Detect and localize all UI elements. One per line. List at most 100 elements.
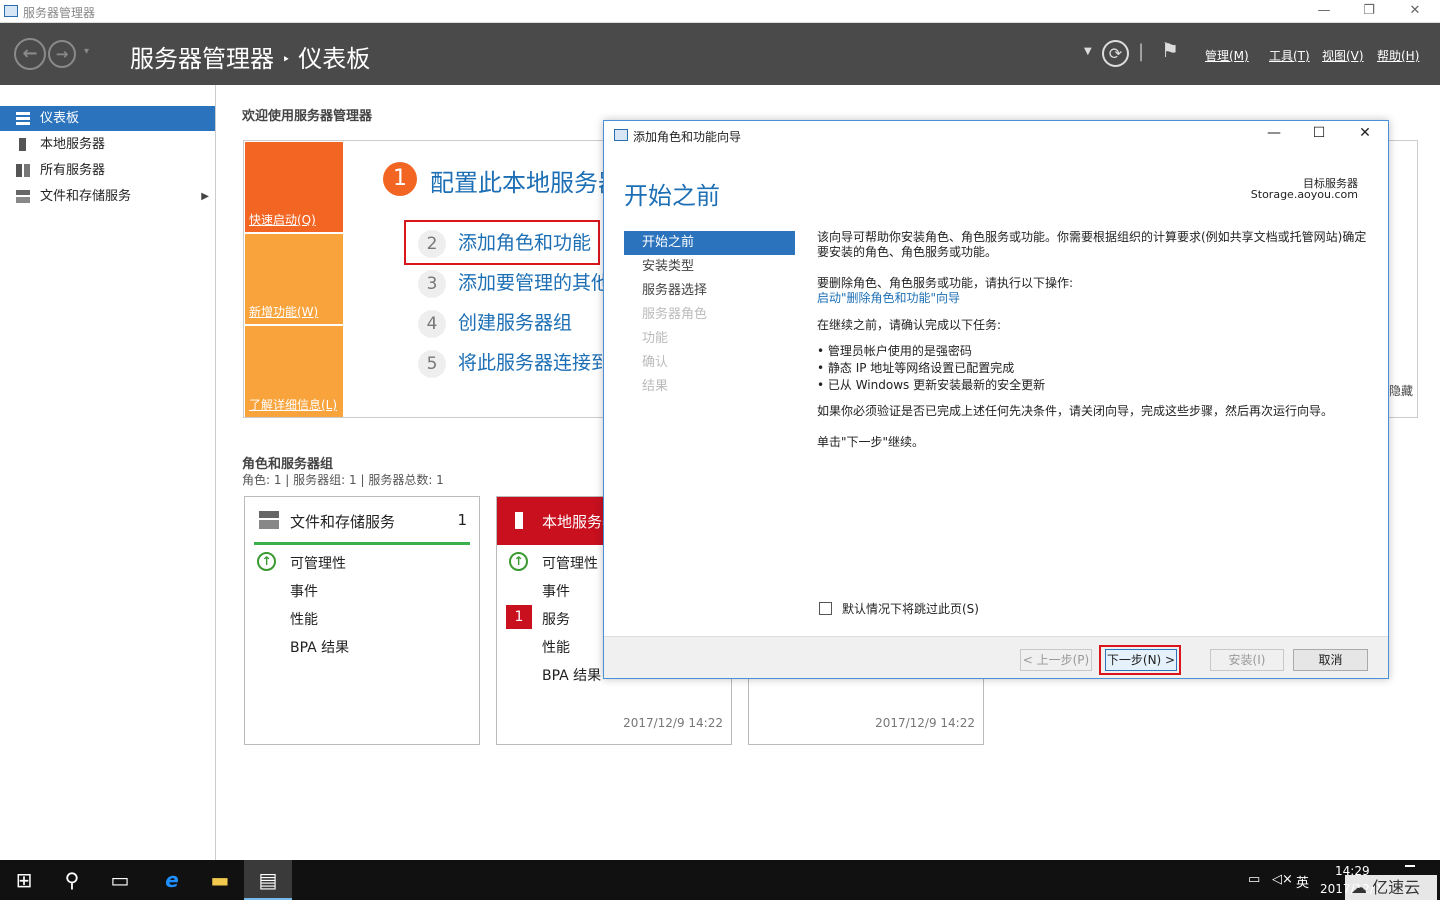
breadcrumb: 服务器管理器 ‣ 仪表板: [130, 39, 370, 74]
status-ok-icon: ↑: [509, 552, 528, 571]
notification-center-icon[interactable]: [1405, 865, 1415, 867]
internet-explorer-icon[interactable]: e: [148, 860, 196, 900]
hide-link[interactable]: 隐藏: [1389, 382, 1413, 399]
prereq-bullet: • 静态 IP 地址等网络设置已配置完成: [817, 361, 1015, 375]
wizard-title: 添加角色和功能向导: [633, 130, 742, 144]
wizard-minimize-button[interactable]: —: [1264, 125, 1284, 145]
tile-whats-new[interactable]: 新增功能(W): [245, 234, 343, 324]
window-titlebar: 服务器管理器 — ❐ ✕: [0, 0, 1440, 23]
sidebar-item-label: 仪表板: [40, 111, 80, 126]
card-row-services[interactable]: 服务: [542, 609, 570, 629]
search-icon[interactable]: ⚲: [48, 860, 96, 900]
previous-button[interactable]: < 上一步(P): [1020, 649, 1092, 671]
step-number: 3: [418, 270, 446, 298]
breadcrumb-app[interactable]: 服务器管理器: [130, 45, 274, 73]
cancel-button[interactable]: 取消: [1293, 649, 1368, 671]
skip-page-label[interactable]: 默认情况下将跳过此页(S): [842, 600, 979, 617]
sidebar-item-all-servers[interactable]: 所有服务器: [0, 158, 215, 183]
card-row-manageability[interactable]: 可管理性: [290, 553, 346, 573]
header-dropdown-icon[interactable]: ▼: [1084, 46, 1092, 57]
file-storage-icon: [259, 511, 279, 529]
remove-roles-link[interactable]: 启动"删除角色和功能"向导: [817, 291, 960, 305]
card-status-line: [254, 542, 470, 545]
wizard-nav-installation-type[interactable]: 安装类型: [624, 255, 795, 279]
card-file-storage[interactable]: 文件和存储服务 1 ↑ 可管理性 事件 性能 BPA 结果: [244, 496, 480, 745]
watermark: ☁ 亿速云: [1345, 875, 1437, 900]
start-button[interactable]: ⊞: [0, 860, 48, 900]
wizard-nav-server-roles: 服务器角色: [642, 307, 708, 322]
window-title: 服务器管理器: [23, 6, 96, 20]
tile-quick-start[interactable]: 快速启动(Q): [245, 142, 343, 232]
wizard-nav-results: 结果: [642, 379, 669, 394]
taskbar: ⊞ ⚲ ▭ e ▬ ▤ ▭ ◁× 英 14:29 2017/12/9: [0, 860, 1440, 900]
install-button[interactable]: 安装(I): [1210, 649, 1284, 671]
sidebar-item-dashboard[interactable]: 仪表板: [0, 106, 215, 131]
card-row-events[interactable]: 事件: [290, 581, 318, 601]
network-icon[interactable]: ▭: [1248, 872, 1260, 887]
sidebar-item-label: 文件和存储服务: [40, 189, 132, 204]
prereq-intro: 在继续之前，请确认完成以下任务:: [817, 318, 1002, 332]
remove-instruction: 要删除角色、角色服务或功能，请执行以下操作:: [817, 276, 1074, 290]
wizard-maximize-button[interactable]: ☐: [1309, 125, 1329, 145]
status-ok-icon: ↑: [257, 552, 276, 571]
card-timestamp: 2017/12/9 14:22: [875, 716, 975, 730]
card-row-performance[interactable]: 性能: [290, 609, 318, 629]
menu-help[interactable]: 帮助(H): [1377, 47, 1419, 64]
continue-instruction: 单击"下一步"继续。: [817, 435, 925, 449]
intro-text-line1: 该向导可帮助你安装角色、角色服务或功能。你需要根据组织的计算要求(例如共享文档或…: [817, 230, 1367, 244]
minimize-button[interactable]: —: [1313, 2, 1335, 20]
card-row-performance[interactable]: 性能: [542, 637, 570, 657]
header-bar: ← → ▾ 服务器管理器 ‣ 仪表板 ▼ ⟳ | ⚑ 管理(M) 工具(T) 视图(…: [0, 23, 1440, 85]
menu-view[interactable]: 视图(V): [1322, 47, 1364, 64]
forward-button[interactable]: →: [48, 40, 76, 68]
breadcrumb-page: 仪表板: [298, 45, 371, 73]
sidebar-item-local-server[interactable]: 本地服务器: [0, 132, 215, 157]
wizard-nav-confirmation: 确认: [642, 355, 669, 370]
server-manager-app-icon: [4, 5, 18, 17]
close-button[interactable]: ✕: [1404, 2, 1426, 20]
server-manager-taskbar-icon[interactable]: ▤: [244, 860, 292, 900]
wizard-close-button[interactable]: ✕: [1355, 125, 1375, 145]
card-row-events[interactable]: 事件: [542, 581, 570, 601]
notifications-flag-icon[interactable]: ⚑: [1161, 38, 1179, 62]
roles-summary: 角色: 1 | 服务器组: 1 | 服务器总数: 1: [242, 473, 444, 487]
refresh-icon[interactable]: ⟳: [1102, 40, 1129, 67]
sidebar-item-file-storage[interactable]: 文件和存储服务 ▶: [0, 184, 215, 209]
back-button[interactable]: ←: [14, 38, 46, 70]
verify-instruction: 如果你必须验证是否已完成上述任何先决条件，请关闭向导，完成这些步骤，然后再次运行…: [817, 404, 1334, 418]
file-explorer-icon[interactable]: ▬: [196, 860, 244, 900]
step1-number: 1: [383, 162, 417, 196]
task-view-icon[interactable]: ▭: [96, 860, 144, 900]
menu-tools[interactable]: 工具(T): [1269, 47, 1310, 64]
card-header[interactable]: 文件和存储服务 1: [245, 497, 479, 545]
wizard-nav-server-selection[interactable]: 服务器选择: [624, 279, 795, 303]
step-create-server-group[interactable]: 4 创建服务器组: [418, 308, 572, 338]
skip-page-checkbox[interactable]: [819, 602, 832, 615]
step-number: 4: [418, 310, 446, 338]
dashboard-icon: [16, 112, 30, 125]
wizard-nav-before-you-begin[interactable]: 开始之前: [624, 231, 795, 255]
breadcrumb-separator-icon: ‣: [282, 52, 291, 68]
header-divider: |: [1138, 41, 1145, 62]
wizard-nav-features: 功能: [642, 331, 669, 346]
card-row-manageability[interactable]: 可管理性: [542, 553, 598, 573]
restore-button[interactable]: ❐: [1358, 2, 1380, 20]
step-configure-local-server[interactable]: 配置此本地服务器: [430, 163, 622, 198]
watermark-text: 亿速云: [1372, 878, 1421, 897]
card-row-bpa[interactable]: BPA 结果: [290, 637, 349, 657]
card-row-bpa[interactable]: BPA 结果: [542, 665, 601, 685]
roles-title: 角色和服务器组: [242, 457, 334, 472]
file-storage-icon: [16, 190, 30, 203]
volume-muted-icon[interactable]: ◁×: [1272, 872, 1293, 887]
card-timestamp: 2017/12/9 14:22: [623, 716, 723, 730]
step-label: 创建服务器组: [458, 312, 573, 334]
expand-arrow-icon[interactable]: ▶: [201, 184, 209, 209]
tile-learn-more[interactable]: 了解详细信息(L): [245, 326, 343, 417]
watermark-logo-icon: ☁: [1351, 878, 1367, 897]
tile-label: 快速启动(Q): [249, 213, 316, 227]
menu-manage[interactable]: 管理(M): [1205, 47, 1249, 64]
wizard-footer: < 上一步(P) 下一步(N) > 安装(I) 取消: [604, 636, 1388, 678]
ime-indicator[interactable]: 英: [1296, 872, 1309, 891]
all-servers-icon: [16, 164, 30, 177]
history-dropdown-icon[interactable]: ▾: [84, 46, 89, 57]
